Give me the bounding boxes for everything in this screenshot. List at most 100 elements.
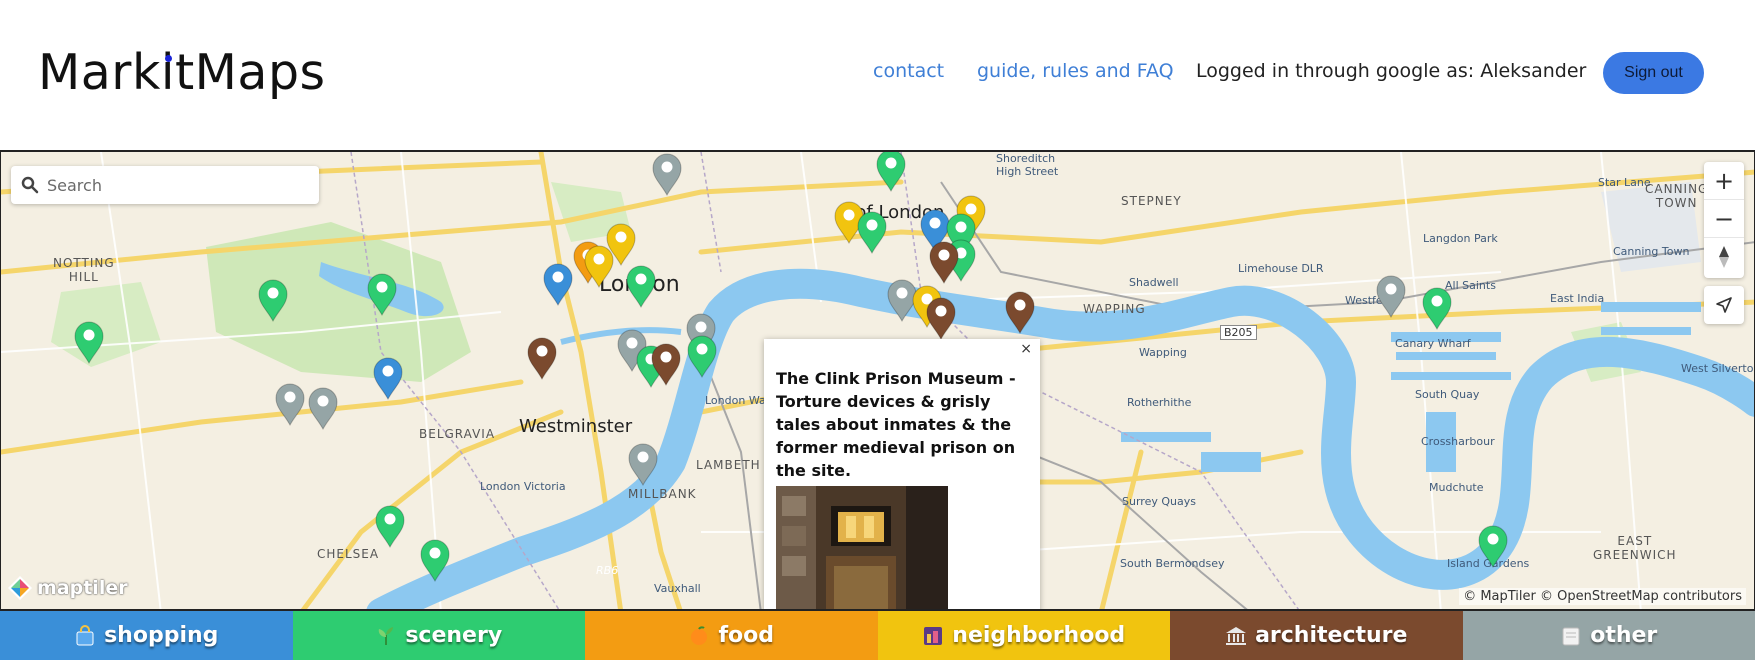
classical-building-icon bbox=[1225, 625, 1247, 647]
map-marker-other[interactable] bbox=[1375, 274, 1407, 318]
map-marker-scenery[interactable] bbox=[366, 272, 398, 316]
maptiler-logo-text: maptiler bbox=[37, 577, 128, 599]
city-icon bbox=[922, 625, 944, 647]
label-rb6: RB6 bbox=[596, 564, 619, 577]
map-canvas[interactable]: NOTTING HILL London y of London Westmins… bbox=[0, 150, 1755, 611]
label-london-victoria: London Victoria bbox=[480, 480, 566, 493]
search-icon bbox=[21, 176, 39, 194]
note-icon bbox=[1560, 625, 1582, 647]
map-marker-other[interactable] bbox=[274, 382, 306, 426]
map-marker-scenery[interactable] bbox=[875, 150, 907, 192]
logo-dot bbox=[165, 55, 172, 62]
map-attribution[interactable]: © MapTiler © OpenStreetMap contributors bbox=[1459, 588, 1746, 605]
category-architecture-button[interactable]: architecture bbox=[1170, 611, 1463, 660]
map-marker-other[interactable] bbox=[627, 442, 659, 486]
category-label: architecture bbox=[1255, 623, 1408, 648]
label-vauxhall: Vauxhall bbox=[654, 582, 701, 595]
popup-place-photo[interactable] bbox=[776, 486, 948, 609]
map-marker-scenery[interactable] bbox=[1477, 524, 1509, 568]
nav-guide-link[interactable]: guide, rules and FAQ bbox=[977, 60, 1174, 82]
label-west-silvertown: West Silverto bbox=[1681, 362, 1754, 375]
label-wapping: Wapping bbox=[1139, 346, 1187, 359]
label-canary-wharf: Canary Wharf bbox=[1395, 337, 1471, 350]
nav-contact-link[interactable]: contact bbox=[873, 60, 944, 82]
label-rotherhithe: Rotherhithe bbox=[1127, 396, 1192, 409]
map-marker-scenery[interactable] bbox=[374, 504, 406, 548]
map-marker-shopping[interactable] bbox=[372, 356, 404, 400]
map-search-box[interactable] bbox=[11, 166, 319, 204]
shopping-bag-icon bbox=[74, 624, 96, 647]
label-b205-road: B205 bbox=[1220, 325, 1257, 340]
map-marker-shopping[interactable] bbox=[542, 262, 574, 306]
zoom-controls: + − bbox=[1704, 162, 1744, 278]
label-shoreditch: Shoreditch High Street bbox=[996, 152, 1059, 178]
label-chelsea: CHELSEA bbox=[317, 547, 380, 561]
category-label: shopping bbox=[104, 623, 219, 648]
category-bar: shopping scenery food neighborhood architect… bbox=[0, 611, 1755, 660]
label-star-lane: Star Lane bbox=[1598, 176, 1651, 189]
label-canning-town: Canning Town bbox=[1613, 245, 1690, 258]
logged-in-status: Logged in through google as: Aleksander bbox=[1196, 60, 1587, 82]
label-shadwell: Shadwell bbox=[1129, 276, 1179, 289]
category-scenery-button[interactable]: scenery bbox=[292, 611, 585, 660]
maptiler-logo[interactable]: maptiler bbox=[7, 575, 128, 601]
popup-title: The Clink Prison Museum - Torture device… bbox=[776, 369, 1016, 480]
label-surrey-quays: Surrey Quays bbox=[1122, 495, 1196, 508]
plant-icon bbox=[375, 625, 397, 647]
label-langdon-park: Langdon Park bbox=[1423, 232, 1498, 245]
sign-out-button[interactable]: Sign out bbox=[1603, 52, 1704, 94]
category-food-button[interactable]: food bbox=[585, 611, 878, 660]
map-marker-architecture[interactable] bbox=[650, 342, 682, 386]
label-mudchute: Mudchute bbox=[1429, 481, 1484, 494]
maptiler-logo-icon bbox=[8, 576, 32, 600]
map-marker-scenery[interactable] bbox=[686, 334, 718, 378]
label-westminster: Westminster bbox=[519, 416, 633, 437]
label-east-india: East India bbox=[1550, 292, 1605, 305]
map-marker-architecture[interactable] bbox=[526, 336, 558, 380]
category-other-button[interactable]: other bbox=[1462, 611, 1755, 660]
search-input[interactable] bbox=[47, 175, 307, 195]
label-notting-hill: NOTTING HILL bbox=[53, 256, 115, 284]
popup-close-button[interactable]: × bbox=[1020, 341, 1032, 357]
label-lambeth: LAMBETH bbox=[696, 458, 761, 472]
map-marker-scenery[interactable] bbox=[419, 538, 451, 582]
app-logo[interactable]: MarkitMaps bbox=[38, 44, 326, 101]
category-neighborhood-button[interactable]: neighborhood bbox=[877, 611, 1170, 660]
label-millbank: MILLBANK bbox=[628, 487, 697, 501]
map-marker-scenery[interactable] bbox=[257, 278, 289, 322]
label-east-greenwich: EAST GREENWICH bbox=[1593, 534, 1677, 562]
map-marker-architecture[interactable] bbox=[925, 296, 957, 340]
map-marker-architecture[interactable] bbox=[1004, 290, 1036, 334]
map-marker-other[interactable] bbox=[651, 152, 683, 196]
label-south-bermondsey: South Bermondsey bbox=[1120, 557, 1225, 570]
map-marker-architecture[interactable] bbox=[928, 240, 960, 284]
compass-icon bbox=[1719, 246, 1729, 268]
label-south-quay: South Quay bbox=[1415, 388, 1480, 401]
category-label: other bbox=[1590, 623, 1658, 648]
map-marker-scenery[interactable] bbox=[73, 320, 105, 364]
label-belgravia: BELGRAVIA bbox=[419, 427, 496, 441]
label-stepney: STEPNEY bbox=[1121, 194, 1182, 208]
location-arrow-icon bbox=[1716, 297, 1732, 313]
zoom-out-button[interactable]: − bbox=[1704, 200, 1744, 238]
label-london-waterloo: London Wa bbox=[705, 394, 766, 407]
label-canning-town-area: CANNING TOWN bbox=[1645, 182, 1709, 210]
map-marker-scenery[interactable] bbox=[856, 210, 888, 254]
orange-icon bbox=[688, 625, 710, 647]
map-marker-neighborhood[interactable] bbox=[583, 244, 615, 288]
app-header: MarkitMaps contact guide, rules and FAQ … bbox=[0, 0, 1755, 150]
place-popup: × The Clink Prison Museum - Torture devi… bbox=[764, 339, 1040, 609]
map-marker-scenery[interactable] bbox=[625, 264, 657, 308]
label-wapping-area: WAPPING bbox=[1083, 302, 1146, 316]
category-label: food bbox=[718, 623, 775, 648]
category-label: neighborhood bbox=[952, 623, 1126, 648]
map-marker-scenery[interactable] bbox=[1421, 286, 1453, 330]
label-crossharbour: Crossharbour bbox=[1421, 435, 1495, 448]
category-shopping-button[interactable]: shopping bbox=[0, 611, 293, 660]
category-label: scenery bbox=[405, 623, 503, 648]
map-marker-other[interactable] bbox=[307, 386, 339, 430]
compass-button[interactable] bbox=[1704, 238, 1744, 276]
geolocate-button[interactable] bbox=[1704, 286, 1744, 324]
label-limehouse: Limehouse DLR bbox=[1238, 262, 1324, 275]
zoom-in-button[interactable]: + bbox=[1704, 162, 1744, 200]
